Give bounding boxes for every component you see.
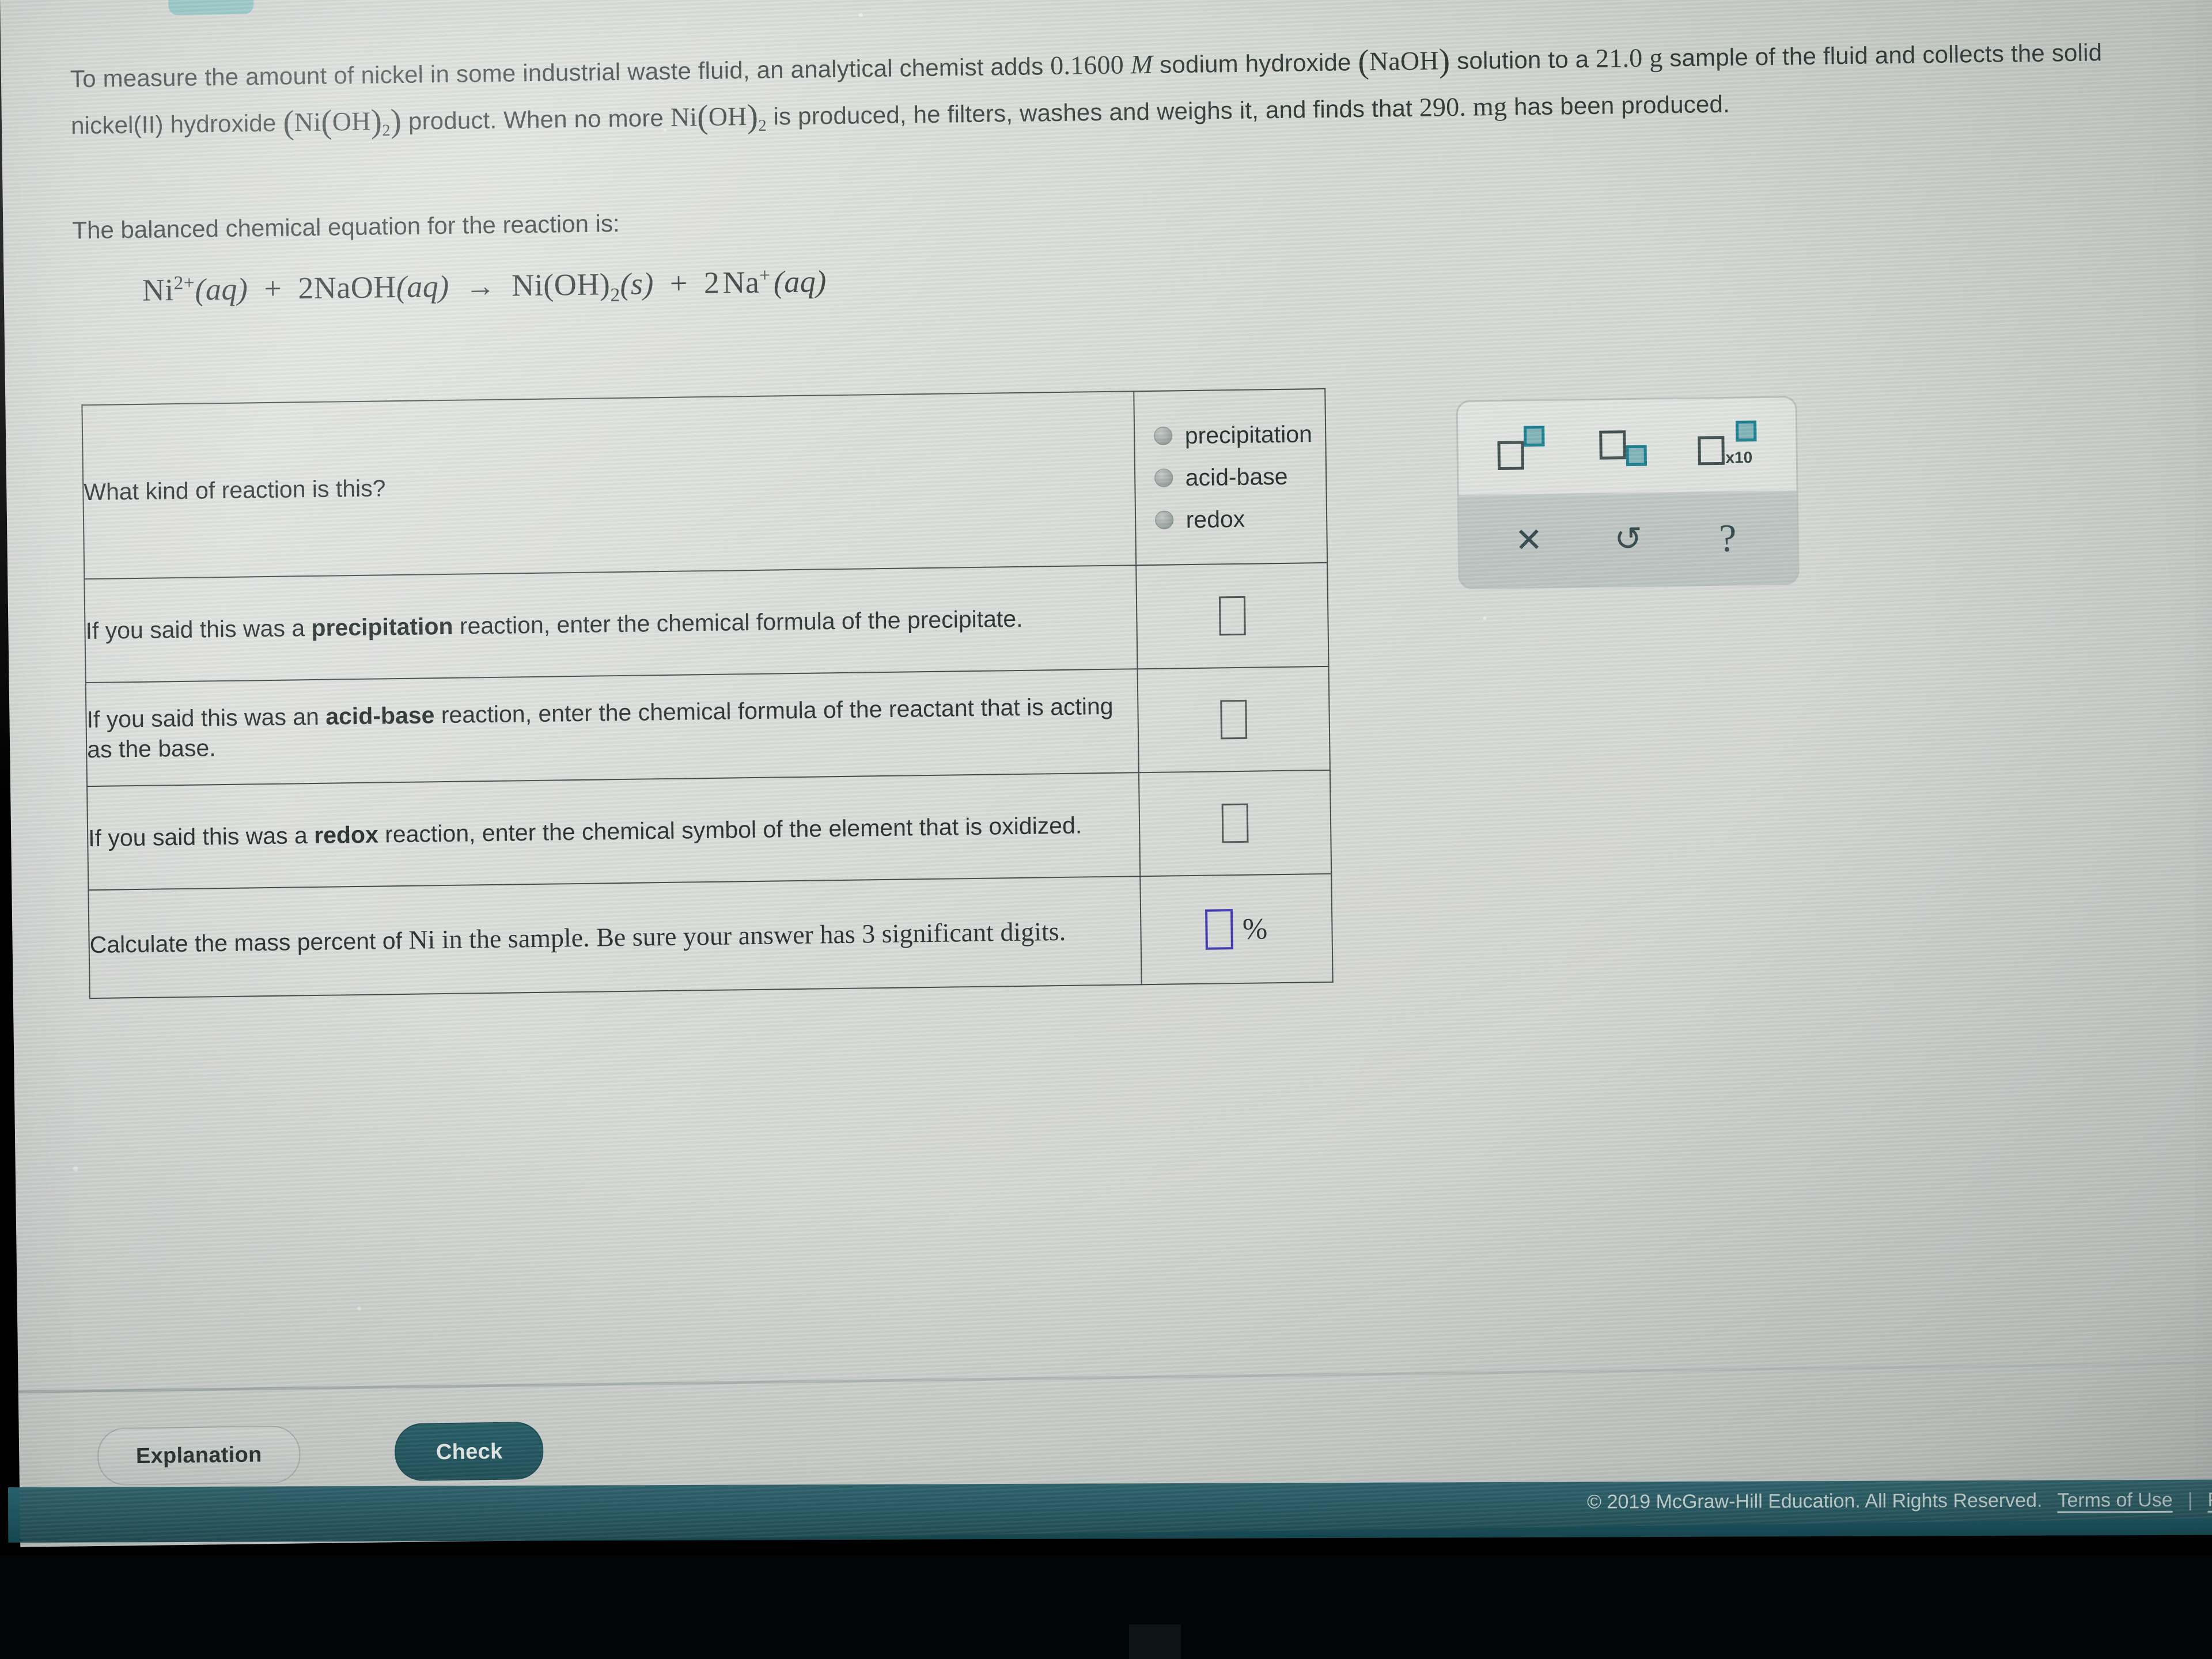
table-row: If you said this was a precipitation rea…	[84, 562, 1329, 683]
collapse-panel-tab[interactable]	[168, 0, 254, 16]
check-button[interactable]: Check	[395, 1421, 544, 1482]
statement-text-1: To measure the amount of nickel in some …	[70, 52, 1051, 93]
answer-mass-percent: %	[1140, 873, 1333, 985]
subscript-icon[interactable]	[1596, 419, 1658, 473]
question-keyword: precipitation	[311, 612, 453, 642]
photographed-screen: To measure the amount of nickel in some …	[0, 0, 2212, 1659]
nickel-hydroxide-formula-short: Ni(OH)2	[670, 97, 767, 136]
question-text-cont: reaction, enter the chemical symbol of t…	[378, 812, 1082, 848]
yield-unit: mg	[1472, 91, 1508, 122]
question-keyword: acid-base	[325, 702, 435, 730]
equation-plus-1: +	[255, 271, 290, 306]
answer-redox-element	[1139, 770, 1332, 877]
question-text: Calculate the mass percent of	[89, 927, 409, 958]
answer-reaction-kind: precipitation acid-base redox	[1134, 388, 1328, 566]
problem-statement: To measure the amount of nickel in some …	[70, 28, 2156, 158]
statement-text-2: sodium hydroxide	[1153, 48, 1358, 78]
photo-black-border	[0, 1555, 2212, 1659]
radio-icon[interactable]	[1154, 468, 1173, 487]
times-ten-icon[interactable]: x10	[1697, 418, 1760, 472]
equation-arrow-icon: →	[465, 270, 496, 304]
question-mass-percent: Calculate the mass percent of Ni in the …	[88, 876, 1142, 999]
radio-option-precipitation[interactable]: precipitation	[1153, 421, 1312, 450]
terms-of-use-link[interactable]: Terms of Use	[2057, 1489, 2172, 1512]
question-reaction-kind: What kind of reaction is this?	[82, 391, 1137, 579]
footer-separator: |	[2187, 1488, 2193, 1511]
question-table: What kind of reaction is this? precipita…	[81, 388, 1333, 999]
action-button-row: Explanation Check	[97, 1421, 544, 1486]
times-ten-label: x10	[1725, 448, 1753, 467]
question-text: If you said this was an	[86, 703, 326, 733]
naoh-formula: (NaOH)	[1357, 41, 1450, 81]
balanced-equation-intro: The balanced chemical equation for the r…	[72, 209, 620, 244]
equation-plus-2: +	[661, 266, 696, 301]
radio-label: precipitation	[1184, 420, 1313, 449]
balanced-chemical-equation: Ni2+(aq) + 2NaOH(aq) → Ni(OH)2(s) + 2 Na…	[142, 263, 827, 312]
dust-speck	[663, 128, 667, 132]
question-keyword: redox	[313, 821, 379, 849]
statement-text-5: product. When no more	[401, 104, 671, 135]
help-icon[interactable]: ?	[1699, 516, 1757, 559]
yield-value: 290.	[1419, 92, 1467, 122]
radio-icon[interactable]	[1153, 426, 1172, 445]
statement-text-6: is produced, he filters, washes and weig…	[766, 94, 1420, 130]
statement-text-7: has been produced.	[1506, 90, 1730, 120]
sample-mass-unit: g	[1649, 43, 1663, 73]
statement-text-3: solution to a	[1450, 45, 1596, 75]
chemical-formula-input[interactable]	[1220, 699, 1248, 740]
radio-label: redox	[1185, 505, 1245, 533]
clear-icon[interactable]: ✕	[1500, 521, 1558, 559]
question-text: If you said this was a	[85, 615, 312, 645]
page-footer: © 2019 McGraw-Hill Education. All Rights…	[7, 1479, 2212, 1543]
explanation-button[interactable]: Explanation	[97, 1425, 301, 1486]
chemical-symbol-input[interactable]	[1221, 803, 1249, 843]
equation-product-sodium: 2 Na+ (aq)	[703, 264, 827, 301]
mass-percent-input[interactable]	[1205, 909, 1234, 950]
aleks-problem-page: To measure the amount of nickel in some …	[0, 0, 2212, 1547]
radio-option-redox[interactable]: redox	[1154, 505, 1313, 534]
copyright-text: © 2019 McGraw-Hill Education. All Rights…	[1586, 1489, 2043, 1513]
superscript-icon[interactable]	[1494, 421, 1556, 474]
molarity-value: 0.1600	[1050, 50, 1124, 81]
question-text-cont: Ni in the sample. Be sure your answer ha…	[408, 916, 1066, 955]
equation-reactant-nickel: Ni2+(aq)	[142, 271, 248, 308]
radio-option-acid-base[interactable]: acid-base	[1154, 463, 1313, 492]
dust-speck	[1483, 616, 1487, 620]
radio-label: acid-base	[1185, 463, 1288, 491]
answer-acid-base-formula	[1137, 666, 1330, 773]
chemical-formula-input[interactable]	[1218, 596, 1246, 636]
sample-mass-value: 21.0	[1595, 43, 1643, 73]
percent-unit-label: %	[1242, 912, 1268, 946]
undo-icon[interactable]: ↺	[1599, 520, 1657, 558]
bottom-divider	[18, 1361, 2212, 1393]
dust-speck	[858, 13, 863, 17]
question-acid-base-formula: If you said this was an acid-base reacti…	[85, 669, 1139, 787]
table-row: What kind of reaction is this? precipita…	[82, 388, 1328, 579]
equation-product-nickel-hydroxide: Ni(OH)2(s)	[511, 266, 654, 306]
equation-reactant-naoh: 2NaOH(aq)	[297, 268, 450, 306]
answer-precipitation-formula	[1136, 562, 1329, 669]
question-text: If you said this was a	[88, 821, 315, 852]
table-row: If you said this was an acid-base reacti…	[85, 666, 1330, 787]
answer-formatting-toolbar: x10 ✕ ↺ ?	[1456, 396, 1800, 589]
nickel-hydroxide-formula: (Ni(OH)2)	[282, 101, 402, 141]
dust-speck	[357, 1306, 362, 1311]
radio-icon[interactable]	[1154, 510, 1173, 529]
table-row: If you said this was a redox reaction, e…	[87, 770, 1332, 891]
dust-speck	[73, 1166, 78, 1172]
question-text-cont: reaction, enter the chemical formula of …	[453, 605, 1023, 639]
privacy-link[interactable]: Pri	[2207, 1489, 2212, 1512]
question-redox-element: If you said this was a redox reaction, e…	[87, 772, 1141, 891]
molarity-unit: M	[1130, 49, 1153, 79]
question-precipitation-formula: If you said this was a precipitation rea…	[84, 565, 1138, 683]
table-row: Calculate the mass percent of Ni in the …	[88, 873, 1333, 999]
